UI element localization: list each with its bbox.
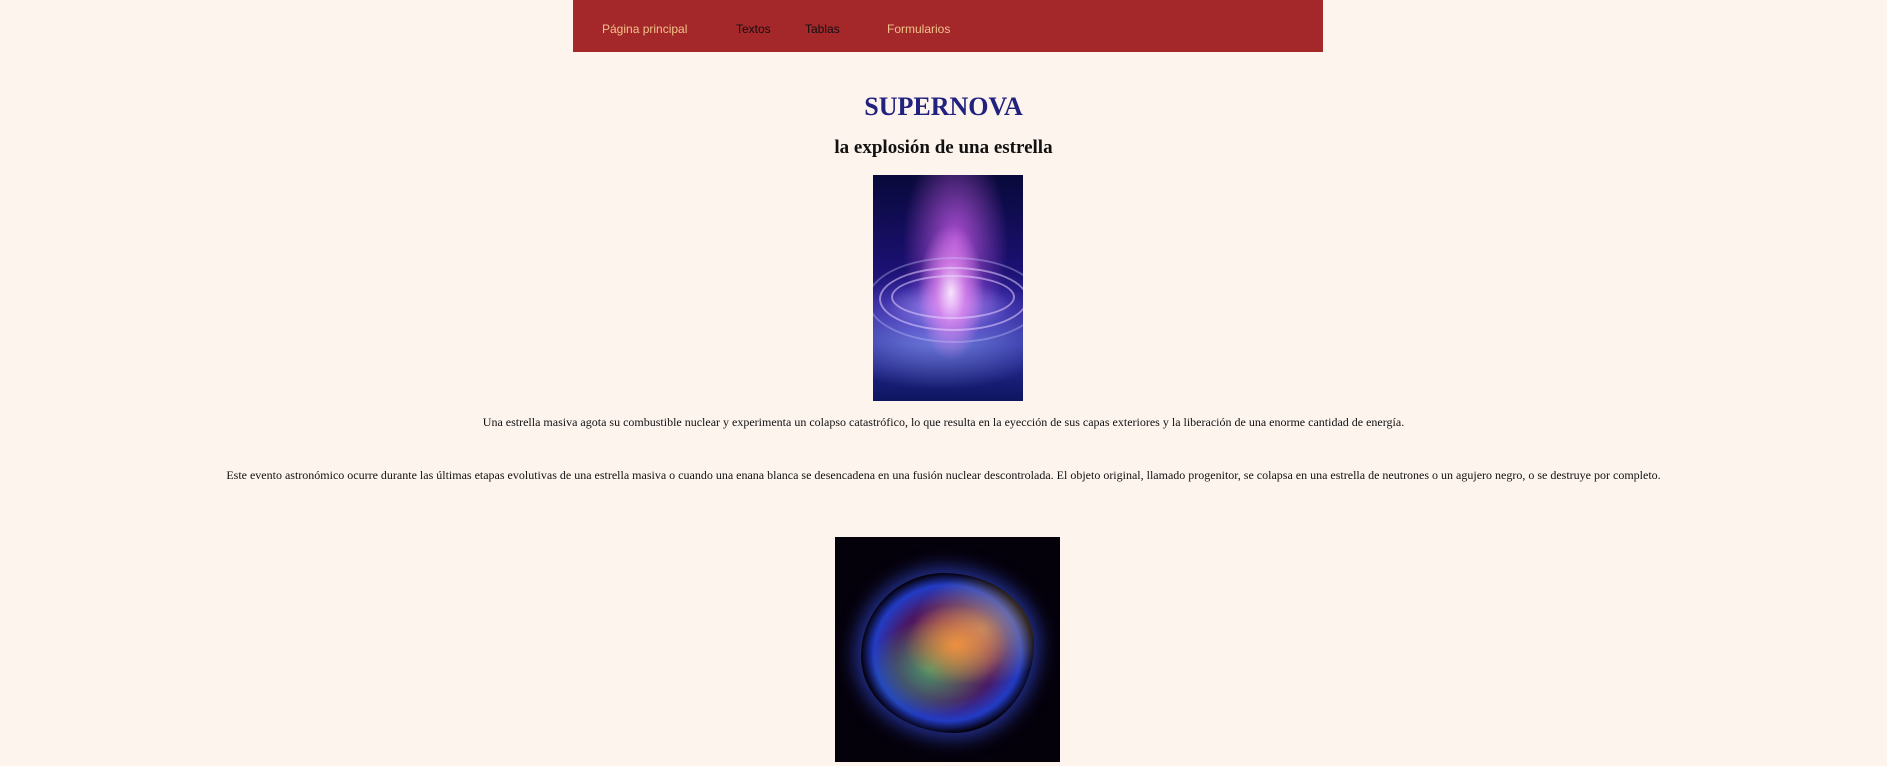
- supernova-remnant-image: [835, 537, 1060, 762]
- detail-paragraph: Este evento astronómico ocurre durante l…: [226, 468, 1661, 482]
- supernova-spiral-image: [873, 175, 1023, 401]
- page-title: SUPERNOVA: [864, 92, 1023, 121]
- intro-paragraph: Una estrella masiva agota su combustible…: [482, 415, 1405, 429]
- nav-link-home[interactable]: Página principal: [602, 22, 687, 36]
- nav-link-tables[interactable]: Tablas: [805, 22, 840, 36]
- top-nav: Página principal Textos Tablas Formulari…: [573, 0, 1323, 52]
- page-subtitle: la explosión de una estrella: [834, 137, 1053, 158]
- nav-link-texts[interactable]: Textos: [736, 22, 771, 36]
- nav-link-forms[interactable]: Formularios: [887, 22, 950, 36]
